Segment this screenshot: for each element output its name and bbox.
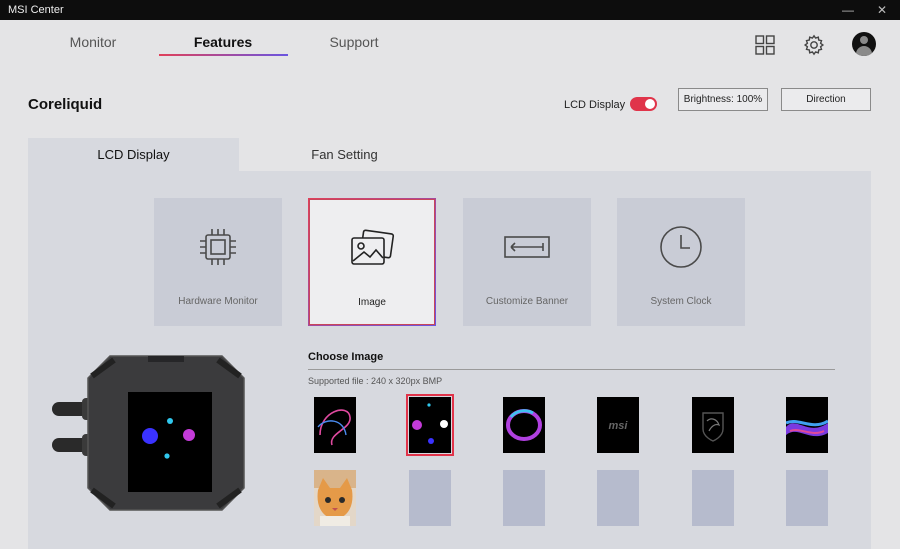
thumbnail-empty-slot[interactable] <box>597 470 639 526</box>
choose-image-title: Choose Image <box>308 351 384 363</box>
thumbnail-empty-slot[interactable] <box>503 470 545 526</box>
thumbnail-neon-swirl[interactable] <box>314 397 356 453</box>
supported-file-note: Supported file : 240 x 320px BMP <box>308 376 443 386</box>
tab-fan-setting[interactable]: Fan Setting <box>239 138 450 171</box>
mode-label: Customize Banner <box>485 296 569 307</box>
banner-icon <box>504 236 550 258</box>
thumbnail-cat-photo[interactable] <box>314 470 356 526</box>
lcd-display-toggle-label: LCD Display <box>564 99 626 111</box>
toggle-knob <box>645 99 655 109</box>
mode-label: System Clock <box>650 296 712 307</box>
avatar[interactable] <box>852 32 876 56</box>
direction-button[interactable]: Direction <box>781 88 871 111</box>
thumbnail-wave[interactable] <box>786 397 828 453</box>
top-nav: Monitor Features Support <box>0 20 900 68</box>
cpu-icon <box>200 229 236 265</box>
tab-lcd-display[interactable]: LCD Display <box>28 138 239 171</box>
mode-card-image[interactable]: Image <box>308 198 436 326</box>
avatar-body <box>856 46 872 56</box>
tab-support[interactable]: Support <box>289 34 419 50</box>
mode-label: Image <box>358 297 386 308</box>
thumbnail-dots[interactable] <box>406 394 454 456</box>
device-title: Coreliquid <box>28 96 103 113</box>
title-bar: MSI Center — ✕ <box>0 0 900 20</box>
thumbnail-dragon-shield[interactable] <box>692 397 734 453</box>
mode-card-hardware-monitor[interactable]: Hardware Monitor <box>154 198 282 326</box>
image-icon <box>351 229 395 265</box>
mode-label: Hardware Monitor <box>178 296 258 307</box>
gear-icon[interactable] <box>803 34 825 56</box>
tab-monitor[interactable]: Monitor <box>28 34 158 50</box>
active-tab-indicator <box>159 54 288 56</box>
app-title: MSI Center <box>8 4 64 16</box>
thumbnail-empty-slot[interactable] <box>692 470 734 526</box>
close-button[interactable]: ✕ <box>868 0 896 20</box>
grid-icon[interactable] <box>754 34 776 56</box>
brightness-button[interactable]: Brightness: 100% <box>678 88 768 111</box>
thumbnail-empty-slot[interactable] <box>786 470 828 526</box>
divider <box>308 369 835 370</box>
thumbnail-msi-logo[interactable]: msi <box>597 397 639 453</box>
thumbnail-logo-text: msi <box>609 420 629 432</box>
mode-card-customize-banner[interactable]: Customize Banner <box>463 198 591 326</box>
thumbnail-empty-slot[interactable] <box>409 470 451 526</box>
thumbnail-ring[interactable] <box>503 397 545 453</box>
tab-features[interactable]: Features <box>158 34 288 50</box>
minimize-button[interactable]: — <box>834 0 862 20</box>
cooler-preview-image <box>52 355 245 511</box>
mode-card-system-clock[interactable]: System Clock <box>617 198 745 326</box>
avatar-head <box>860 36 868 44</box>
lcd-display-toggle[interactable] <box>630 97 657 111</box>
clock-icon <box>660 226 702 268</box>
